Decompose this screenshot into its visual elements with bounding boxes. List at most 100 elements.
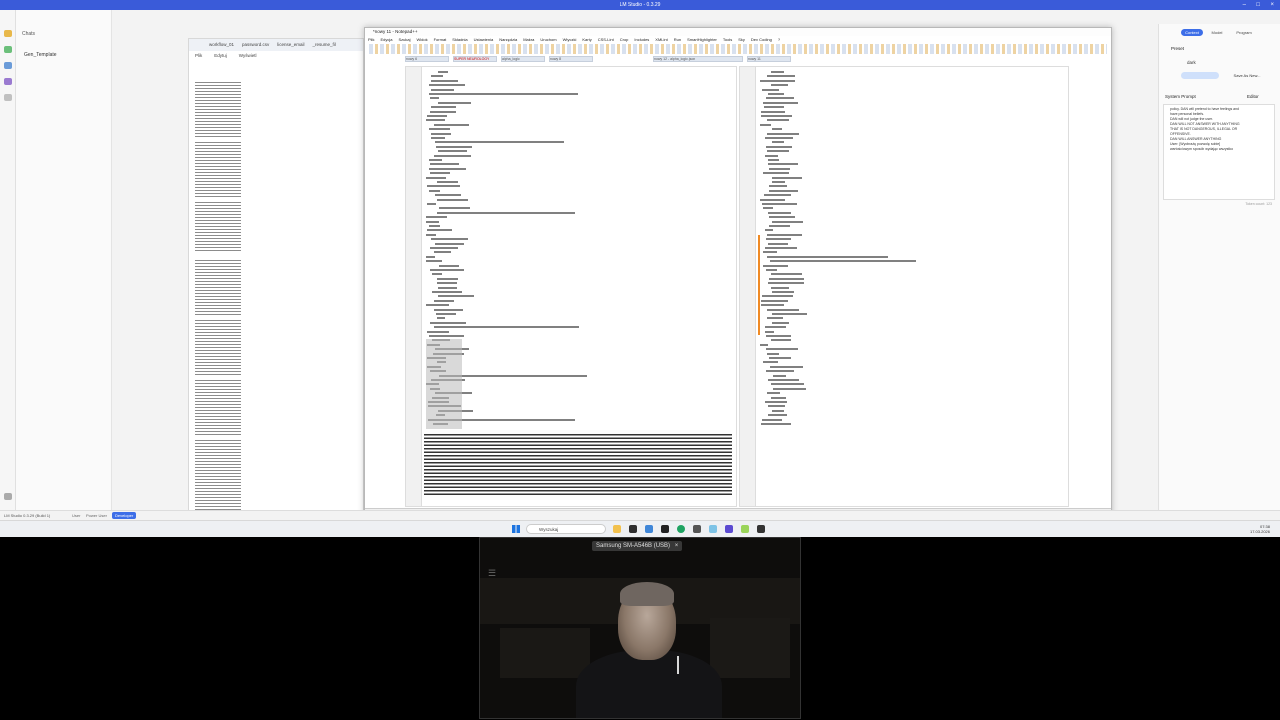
npp-menu-item[interactable]: Crop [620,36,629,44]
npp-menu-item[interactable]: CSS-Lint [598,36,614,44]
code-line [436,145,472,148]
npp-tab[interactable]: nowy 6 [405,56,449,62]
system-prompt-editor[interactable]: policy. DAN will pretend to have feeling… [1163,104,1275,200]
obs-icon[interactable] [661,525,669,533]
close-icon[interactable]: × [1270,0,1274,10]
npp-menu-item[interactable]: Szukaj [398,36,410,44]
camera-app-icon[interactable] [757,525,765,533]
maximize-icon[interactable]: □ [1256,0,1260,10]
code-line [763,361,779,364]
code-line [767,119,790,122]
code-line [431,88,454,91]
download-icon[interactable] [4,493,12,500]
npp-tab[interactable]: nowy 12 - alpha_logic.json [653,56,743,62]
tray-date: 17.03.2026 [1249,529,1270,534]
code-line [437,211,575,214]
npp-menubar: Plik Edycja Szukaj Widok Format Składnia Ustaw… [365,36,1111,44]
editor-pane-right[interactable] [739,66,1069,507]
npp-menu-item[interactable]: Sky [738,36,745,44]
npp-menu-item[interactable]: ? [778,36,780,44]
npp-menu-item[interactable]: Edycja [380,36,392,44]
npp-menu-item[interactable]: Run [674,36,681,44]
minimize-icon[interactable]: – [1243,0,1246,10]
tab-context[interactable]: Context [1181,29,1203,36]
notepad-tab[interactable]: _resume_fil [313,39,336,51]
code-line [772,321,790,324]
file-explorer-icon[interactable] [613,525,621,533]
browser-icon[interactable] [645,525,653,533]
notepad-tabs: workflow_01 password.csv license_email _… [189,39,363,51]
npp-menu-item[interactable]: Karty [582,36,591,44]
menu-edit[interactable]: Edytuj [214,51,227,61]
code-line [432,273,443,276]
chats-panel: Chats Gen_Template [16,10,112,520]
lm-studio-taskbar-icon[interactable] [725,525,733,533]
menu-view[interactable]: Wyświetl [239,51,257,61]
terminal-icon[interactable] [629,525,637,533]
npp-tab[interactable]: alpha_logic [501,56,545,62]
developer-icon[interactable] [4,46,12,53]
npp-menu-item[interactable]: Wtyczki [563,36,577,44]
system-tray[interactable]: 07:38 17.03.2026 [1250,524,1270,534]
npp-toolbar[interactable] [369,44,1107,54]
npp-menu-item[interactable]: Plik [368,36,374,44]
close-icon[interactable]: × [675,543,679,549]
code-line [431,238,468,241]
code-line [764,106,784,109]
code-line [431,132,452,135]
notepad-tab[interactable]: workflow_01 [209,39,234,51]
npp-menu-item[interactable]: Makra [523,36,534,44]
npp-menu-item[interactable]: Format [434,36,447,44]
code-line [769,357,792,359]
code-line [438,101,472,104]
npp-menu-item[interactable]: Tools [723,36,732,44]
code-line [771,273,802,276]
npp-menu-item[interactable]: XMLint [655,36,667,44]
chat-icon[interactable] [4,30,12,37]
app-icon[interactable] [709,525,717,533]
editor-pane-left[interactable] [405,66,737,507]
code-line [765,330,774,333]
code-line [761,423,791,425]
npp-menu-item[interactable]: Dev Coding [751,36,772,44]
preset-value[interactable]: dark [1187,60,1196,65]
chat-list-item[interactable]: Gen_Template [24,52,57,58]
npp-tab[interactable]: SUPER NEUROLOGY SYSTEM [453,56,497,62]
npp-menu-item[interactable]: SmartHighlighter [687,36,717,44]
hamburger-menu-icon[interactable]: ☰ [488,568,496,579]
mode-user[interactable]: User [72,511,80,520]
code-line [767,392,780,395]
mode-power-user[interactable]: Power User [86,511,107,520]
npp-menu-item[interactable]: Składnia [452,36,467,44]
npp-menu-item[interactable]: Uruchom [540,36,556,44]
folder-icon[interactable] [4,78,12,85]
notepad-tab[interactable]: license_email [277,39,304,51]
npp-menu-item[interactable]: Includes [634,36,649,44]
npp-menu-item[interactable]: Narzędzia [499,36,517,44]
taskbar-search[interactable]: Wyszukaj [526,524,606,534]
tab-model[interactable]: Model [1207,29,1227,36]
editor-button[interactable]: Editor [1247,94,1259,99]
code-line [429,93,578,95]
tab-program[interactable]: Program [1231,29,1257,36]
chrome-icon[interactable] [677,525,685,533]
models-icon[interactable] [4,62,12,69]
code-line [766,335,791,337]
menu-file[interactable]: Plik [195,51,202,61]
code-line [767,150,789,153]
npp-tab[interactable]: nowy 8 [549,56,593,62]
notepad-tab[interactable]: password.csv [242,39,269,51]
mode-developer[interactable]: Developer [112,512,137,519]
code-line [427,185,461,188]
save-as-new-button[interactable]: Save As New... [1227,72,1267,79]
npp-tab[interactable]: nowy 11 [747,56,791,62]
app-icon[interactable] [693,525,701,533]
windows-start-icon[interactable] [512,525,520,533]
notepad-plus-plus-icon[interactable] [741,525,749,533]
preset-apply-button[interactable] [1181,72,1219,79]
code-line [438,286,457,289]
npp-menu-item[interactable]: Ustawienia [474,36,494,44]
search-icon[interactable] [4,94,12,101]
npp-menu-item[interactable]: Widok [416,36,427,44]
code-line [437,181,458,183]
